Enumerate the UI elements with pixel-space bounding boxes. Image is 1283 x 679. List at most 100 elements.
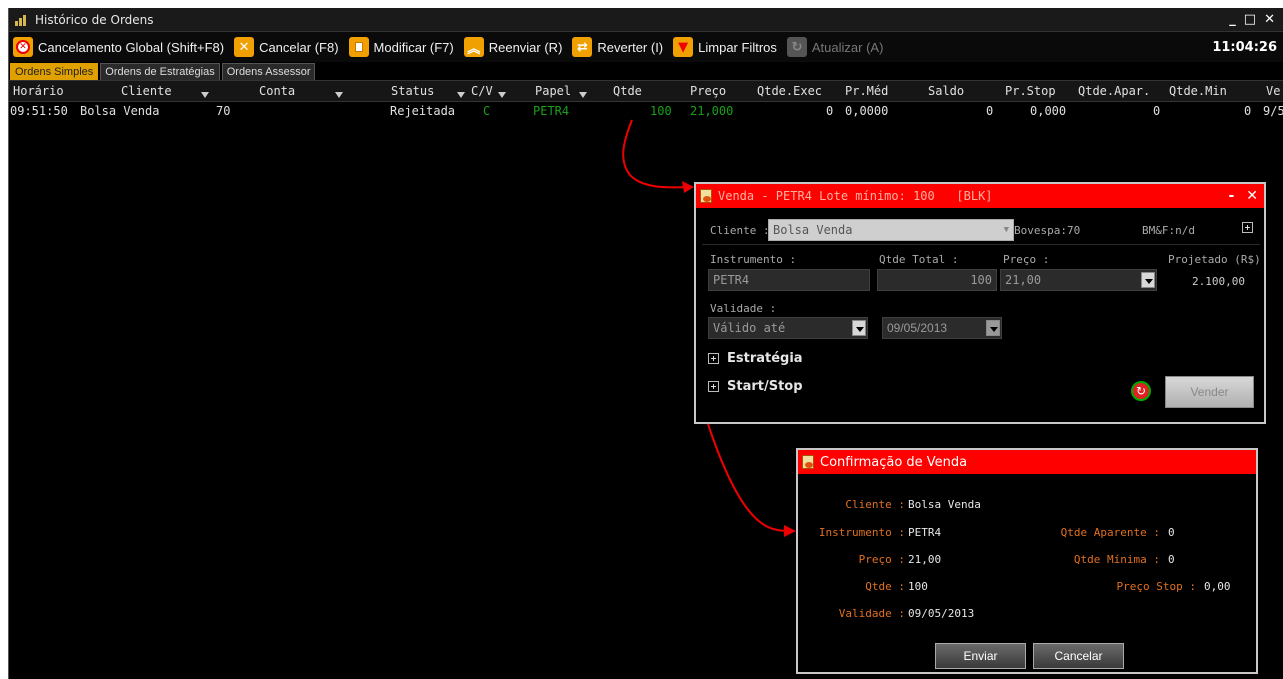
expand-icon[interactable]	[1242, 222, 1253, 233]
resend-button[interactable]: ︽ Reenviar (R)	[463, 37, 563, 57]
global-cancel-button[interactable]: ✕ Cancelamento Global (Shift+F8)	[13, 37, 224, 57]
chevron-down-icon[interactable]	[1141, 272, 1155, 288]
c-qtde-label: Qtde :	[865, 580, 905, 593]
cancelar-button[interactable]: Cancelar	[1033, 643, 1124, 669]
c-qtde-minima-label: Qtde Mínima :	[1073, 553, 1160, 566]
bmf-account: BM&F:n/d	[1142, 224, 1195, 237]
filter-icon[interactable]	[579, 92, 587, 98]
plus-icon	[708, 381, 719, 392]
col-cliente[interactable]: Cliente	[121, 84, 172, 98]
minimize-button[interactable]: _	[1229, 12, 1236, 27]
qtde-total-field[interactable]: 100	[877, 269, 997, 291]
revert-button[interactable]: ⇄ Reverter (I)	[572, 37, 663, 57]
qtde-total-label: Qtde Total :	[879, 253, 959, 266]
preco-value: 21,00	[1005, 273, 1042, 287]
cell-status: Rejeitada	[390, 104, 456, 118]
col-papel[interactable]: Papel	[535, 84, 571, 98]
validade-label: Validade :	[710, 302, 777, 315]
c-qtde-minima-value: 0	[1168, 553, 1175, 566]
cell-pr-stop: 0,000	[1030, 104, 1067, 118]
clock: 11:04:26	[1212, 39, 1277, 55]
sell-order-title: Venda - PETR4 Lote mínimo: 100 [BLK]	[718, 189, 993, 203]
cell-preco: 21,000	[690, 104, 734, 118]
minimize-icon[interactable]: -	[1228, 188, 1234, 204]
clear-filters-button[interactable]: ▼ Limpar Filtros	[673, 37, 777, 57]
validade-select[interactable]: Válido até	[708, 317, 868, 339]
filter-icon[interactable]	[498, 92, 506, 98]
filter-icon[interactable]	[457, 92, 465, 98]
table-header: Horário Cliente Conta Status C/V Papel Q…	[9, 80, 1283, 102]
validade-date-value: 09/05/2013	[887, 321, 948, 335]
preco-label: Preço :	[1003, 253, 1050, 266]
title-bar: Histórico de Ordens _ □ ✕	[9, 8, 1283, 32]
col-status[interactable]: Status	[391, 84, 434, 98]
calendar-dropdown-icon[interactable]	[986, 320, 1000, 336]
revert-icon: ⇄	[572, 37, 593, 57]
c-qtde-aparente-value: 0	[1168, 526, 1175, 539]
col-qtde-apar[interactable]: Qtde.Apar.	[1078, 84, 1150, 98]
estrategia-expander[interactable]: Estratégia	[708, 351, 803, 366]
col-qtde-min[interactable]: Qtde.Min	[1169, 84, 1227, 98]
swap-icon[interactable]: ↻	[1131, 381, 1151, 401]
confirm-title-bar[interactable]: Confirmação de Venda	[798, 450, 1256, 474]
resend-label: Reenviar (R)	[488, 39, 563, 55]
cliente-select[interactable]: Bolsa Venda ▼	[768, 219, 1014, 241]
order-document-icon	[700, 189, 712, 203]
col-saldo[interactable]: Saldo	[928, 84, 964, 98]
col-horario[interactable]: Horário	[13, 84, 64, 98]
c-validade-label: Validade :	[838, 607, 905, 620]
chevron-down-icon[interactable]	[852, 320, 866, 336]
refresh-icon: ↻	[786, 37, 807, 57]
col-conta[interactable]: Conta	[259, 84, 295, 98]
cell-cliente: Bolsa Venda	[80, 104, 160, 118]
filter-icon[interactable]	[201, 92, 209, 98]
tab-ordens-assessor[interactable]: Ordens Assessor	[221, 63, 316, 80]
table-row[interactable]: 09:51:50 Bolsa Venda 70 Rejeitada C PETR…	[9, 102, 1283, 122]
window-title: Histórico de Ordens	[35, 12, 154, 27]
preco-field[interactable]: 21,00	[1000, 269, 1157, 291]
col-pr-med[interactable]: Pr.Méd	[845, 84, 888, 98]
col-pr-stop[interactable]: Pr.Stop	[1005, 84, 1056, 98]
modify-button[interactable]: Modificar (F7)	[348, 37, 454, 57]
cell-horario: 09:51:50	[10, 104, 68, 118]
close-button[interactable]: ✕	[1264, 12, 1275, 27]
enviar-button[interactable]: Enviar	[935, 643, 1026, 669]
c-instrumento-label: Instrumento :	[818, 526, 905, 539]
c-instrumento-value: PETR4	[908, 526, 942, 539]
startstop-expander[interactable]: Start/Stop	[708, 379, 803, 394]
instrumento-field[interactable]: PETR4	[708, 269, 870, 291]
validade-value: Válido até	[713, 321, 786, 335]
col-ve[interactable]: Ve	[1266, 84, 1280, 98]
maximize-button[interactable]: □	[1244, 12, 1256, 27]
filter-icon[interactable]	[335, 92, 343, 98]
col-qtde-exec[interactable]: Qtde.Exec	[757, 84, 822, 98]
refresh-label: Atualizar (A)	[811, 39, 884, 55]
col-cv[interactable]: C/V	[471, 84, 493, 98]
cancel-button[interactable]: ✕ Cancelar (F8)	[234, 37, 339, 57]
cell-qtde: 100	[650, 104, 672, 118]
clear-filter-icon: ▼	[673, 37, 694, 57]
projetado-label: Projetado (R$)	[1168, 253, 1261, 266]
bovespa-account: Bovespa:70	[1014, 224, 1081, 237]
order-document-icon	[802, 455, 814, 469]
confirm-title: Confirmação de Venda	[820, 454, 968, 470]
validade-date-field[interactable]: 09/05/2013	[882, 317, 1002, 339]
modify-icon	[348, 37, 369, 57]
c-preco-value: 21,00	[908, 553, 942, 566]
tab-ordens-simples[interactable]: Ordens Simples	[10, 63, 99, 80]
sell-order-title-bar[interactable]: Venda - PETR4 Lote mínimo: 100 [BLK] - ✕	[696, 184, 1264, 208]
plus-icon	[708, 353, 719, 364]
cell-ve: 9/5	[1263, 104, 1283, 118]
resend-icon: ︽	[463, 37, 484, 57]
col-qtde[interactable]: Qtde	[613, 84, 642, 98]
revert-label: Reverter (I)	[597, 39, 664, 55]
cell-saldo: 0	[986, 104, 994, 118]
confirm-sell-dialog: Confirmação de Venda Cliente : Bolsa Ven…	[796, 448, 1258, 674]
projetado-value: 2.100,00	[1192, 275, 1245, 288]
cell-conta: 70	[216, 104, 231, 118]
vender-button[interactable]: Vender	[1165, 376, 1254, 408]
close-icon[interactable]: ✕	[1246, 188, 1258, 204]
col-preco[interactable]: Preço	[690, 84, 726, 98]
refresh-button[interactable]: ↻ Atualizar (A)	[786, 37, 884, 57]
tab-ordens-estrategias[interactable]: Ordens de Estratégias	[100, 63, 220, 80]
